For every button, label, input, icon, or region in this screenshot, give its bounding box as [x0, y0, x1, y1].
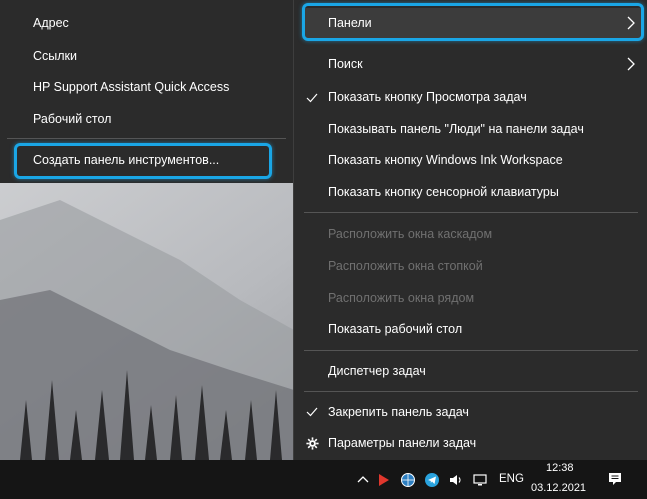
clock-date[interactable]: 03.12.2021	[531, 482, 586, 494]
menu-divider	[304, 391, 638, 392]
taskbar: ENG 12:38 03.12.2021	[0, 460, 647, 499]
gear-icon	[306, 437, 319, 450]
menu-item-show-desktop[interactable]: Показать рабочий стол	[328, 319, 462, 339]
volume-icon[interactable]	[448, 472, 464, 488]
menu-item-task-manager[interactable]: Диспетчер задач	[328, 361, 426, 381]
taskbar-context-menu: Панели Поиск Показать кнопку Просмотра з…	[293, 0, 647, 468]
antivirus-icon[interactable]	[376, 472, 392, 488]
panels-highlight	[302, 3, 644, 41]
submenu-item-hp-support[interactable]: HP Support Assistant Quick Access	[33, 77, 229, 97]
menu-item-show-touch-keyboard[interactable]: Показать кнопку сенсорной клавиатуры	[328, 182, 559, 202]
submenu-item-address[interactable]: Адрес	[33, 13, 69, 33]
chevron-right-icon	[627, 57, 635, 71]
notification-center-icon[interactable]	[607, 471, 623, 487]
network-globe-icon[interactable]	[400, 472, 416, 488]
checkmark-icon	[306, 407, 318, 417]
menu-item-stack: Расположить окна стопкой	[328, 259, 483, 273]
submenu-item-links[interactable]: Ссылки	[33, 46, 77, 66]
submenu-divider	[7, 138, 286, 139]
network-monitor-icon[interactable]	[472, 472, 488, 488]
menu-item-show-task-view[interactable]: Показать кнопку Просмотра задач	[328, 87, 527, 107]
menu-item-cascade: Расположить окна каскадом	[328, 227, 493, 241]
checkmark-icon	[306, 93, 318, 103]
menu-item-show-people[interactable]: Показывать панель "Люди" на панели задач	[328, 119, 584, 139]
menu-item-taskbar-settings[interactable]: Параметры панели задач	[328, 433, 476, 453]
clock-time[interactable]: 12:38	[546, 462, 574, 474]
desktop: Адрес Ссылки HP Support Assistant Quick …	[0, 0, 647, 499]
toolbars-submenu: Адрес Ссылки HP Support Assistant Quick …	[0, 0, 294, 183]
menu-divider	[304, 350, 638, 351]
telegram-icon[interactable]	[424, 472, 440, 488]
create-toolbar-highlight	[14, 143, 272, 179]
menu-divider	[304, 212, 638, 213]
menu-item-search[interactable]: Поиск	[328, 54, 363, 74]
menu-item-lock-taskbar[interactable]: Закрепить панель задач	[328, 402, 469, 422]
language-indicator[interactable]: ENG	[499, 473, 524, 485]
submenu-item-desktop[interactable]: Рабочий стол	[33, 109, 111, 129]
menu-item-show-ink[interactable]: Показать кнопку Windows Ink Workspace	[328, 150, 563, 170]
menu-item-side-by-side: Расположить окна рядом	[328, 291, 475, 305]
chevron-up-icon[interactable]	[355, 472, 371, 488]
